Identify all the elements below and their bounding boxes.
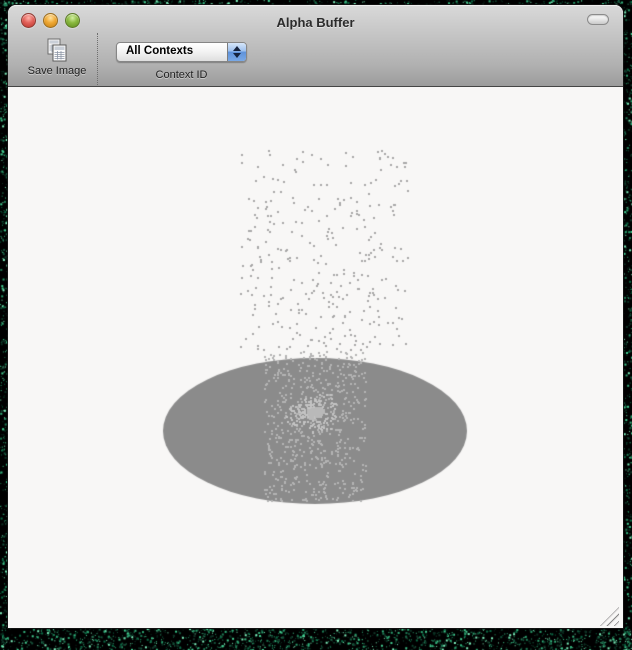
- save-image-button[interactable]: Save Image: [18, 37, 96, 77]
- context-popup-value: All Contexts: [126, 45, 193, 57]
- toolbar-separator: [97, 33, 98, 85]
- toolbar-toggle-button[interactable]: [587, 14, 609, 25]
- popup-stepper-icon: [227, 43, 246, 61]
- context-popup[interactable]: All Contexts: [116, 42, 247, 62]
- titlebar-toolbar: Alpha Buffer Save Image All: [8, 5, 623, 87]
- save-image-documents-icon: [44, 37, 70, 63]
- context-id-label: Context ID: [116, 69, 247, 81]
- alpha-buffer-window: Alpha Buffer Save Image All: [8, 5, 623, 628]
- save-image-label: Save Image: [18, 65, 96, 77]
- alpha-buffer-render: [8, 88, 623, 628]
- window-title: Alpha Buffer: [8, 15, 623, 30]
